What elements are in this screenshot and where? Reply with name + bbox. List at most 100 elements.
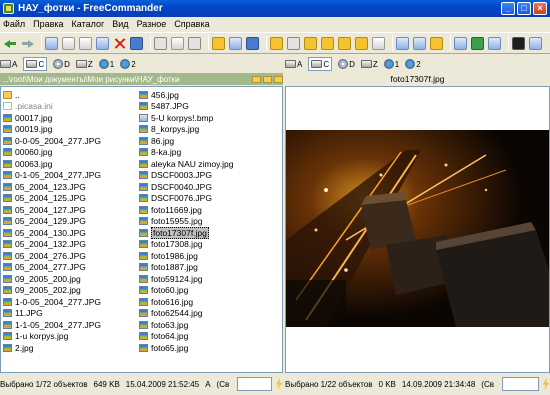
- view-icon[interactable]: [45, 36, 58, 50]
- file-row[interactable]: DSCF0040.JPG: [139, 181, 279, 193]
- file-row[interactable]: 05_2004_132.JPG: [3, 239, 138, 251]
- drive-d-left[interactable]: D: [53, 59, 70, 69]
- left-path-bar[interactable]: ...\root\Мои документы\Мои рисунки\НАУ_ф…: [0, 73, 283, 85]
- drive-2-left[interactable]: 2: [120, 59, 136, 69]
- file-row[interactable]: 05_2004_123.JPG: [3, 181, 138, 193]
- compare-folders-icon[interactable]: [338, 36, 351, 50]
- file-row[interactable]: 00060.jpg: [3, 147, 138, 159]
- left-quick-filter-field[interactable]: [236, 377, 273, 391]
- file-row[interactable]: foto62544.jpg: [139, 308, 279, 320]
- menu-file[interactable]: Файл: [3, 19, 25, 29]
- file-row[interactable]: 8_korpys.jpg: [139, 124, 279, 136]
- drive-a-left[interactable]: A: [0, 60, 17, 69]
- settings-icon[interactable]: [529, 36, 542, 50]
- file-row[interactable]: DSCF0003.JPG: [139, 170, 279, 182]
- details-view-icon[interactable]: [413, 36, 426, 50]
- copy-icon[interactable]: [79, 36, 92, 50]
- file-row[interactable]: aleyka NAU zimoy.jpg: [139, 158, 279, 170]
- folder-size-icon[interactable]: [321, 36, 334, 50]
- file-row[interactable]: foto17307f.jpg: [139, 226, 279, 239]
- delete-icon[interactable]: [113, 37, 126, 50]
- file-row[interactable]: 05_2004_129.JPG: [3, 216, 138, 228]
- parent-folder-icon[interactable]: [274, 75, 283, 83]
- file-row[interactable]: foto59124.jpg: [139, 273, 279, 285]
- file-row[interactable]: 86.jpg: [139, 135, 279, 147]
- file-row[interactable]: foto1887.jpg: [139, 262, 279, 274]
- file-row[interactable]: 05_2004_125.JPG: [3, 193, 138, 205]
- minimize-button[interactable]: _: [501, 2, 515, 15]
- pack-icon[interactable]: [212, 36, 225, 50]
- menu-help[interactable]: Справка: [174, 19, 209, 29]
- file-row[interactable]: 0-1-05_2004_277.JPG: [3, 170, 138, 182]
- drive-1-left[interactable]: 1: [98, 59, 114, 69]
- file-row[interactable]: 05_2004_127.JPG: [3, 204, 138, 216]
- menu-view[interactable]: Вид: [112, 19, 128, 29]
- file-row[interactable]: ..: [3, 89, 138, 101]
- rename-icon[interactable]: [130, 36, 143, 50]
- file-row[interactable]: foto1986.jpg: [139, 250, 279, 262]
- dos-prompt-icon[interactable]: [512, 36, 525, 50]
- thumbnails-icon[interactable]: [430, 36, 443, 50]
- file-row[interactable]: foto64.jpg: [139, 331, 279, 343]
- file-row[interactable]: 09_2005_202.jpg: [3, 285, 138, 297]
- file-row[interactable]: foto63.jpg: [139, 319, 279, 331]
- cut-icon[interactable]: [154, 36, 167, 50]
- folder-tree-icon[interactable]: [372, 36, 385, 50]
- file-row[interactable]: 1-1-05_2004_277.JPG: [3, 319, 138, 331]
- file-row[interactable]: .picasa.ini: [3, 101, 138, 113]
- file-row[interactable]: 5487.JPG: [139, 101, 279, 113]
- drive-a-right[interactable]: A: [285, 60, 302, 69]
- file-row[interactable]: 0-0-05_2004_277.JPG: [3, 135, 138, 147]
- drive-c-left[interactable]: C: [23, 57, 48, 71]
- file-row[interactable]: foto15955.jpg: [139, 216, 279, 228]
- sync-icon[interactable]: [355, 36, 368, 50]
- drive-2-right[interactable]: 2: [405, 59, 421, 69]
- lightning-icon[interactable]: [276, 378, 283, 390]
- file-row[interactable]: 00019.jpg: [3, 124, 138, 136]
- lightning-icon[interactable]: [542, 378, 550, 390]
- file-row[interactable]: 5-U korpys!.bmp: [139, 112, 279, 124]
- drive-1-right[interactable]: 1: [383, 59, 399, 69]
- drive-d-right[interactable]: D: [338, 59, 355, 69]
- file-row[interactable]: foto65.jpg: [139, 342, 279, 354]
- file-row[interactable]: foto11669.jpg: [139, 204, 279, 216]
- menu-folder[interactable]: Каталог: [72, 19, 105, 29]
- menu-edit[interactable]: Правка: [33, 19, 63, 29]
- refresh-icon[interactable]: [471, 36, 484, 50]
- menu-extras[interactable]: Разное: [137, 19, 167, 29]
- maximize-button[interactable]: □: [517, 2, 531, 15]
- drive-c-right[interactable]: C: [308, 57, 333, 71]
- file-row[interactable]: 2.jpg: [3, 342, 138, 354]
- swap-panels-icon[interactable]: [454, 36, 467, 50]
- drive-z-left[interactable]: Z: [75, 60, 93, 69]
- clipboard-copy-icon[interactable]: [171, 36, 184, 50]
- file-row[interactable]: foto60.jpg: [139, 285, 279, 297]
- file-row[interactable]: DSCF0076.JPG: [139, 193, 279, 205]
- move-icon[interactable]: [96, 36, 109, 50]
- edit-icon[interactable]: [62, 36, 75, 50]
- file-row[interactable]: foto616.jpg: [139, 296, 279, 308]
- file-row[interactable]: 09_2005_200.jpg: [3, 273, 138, 285]
- drive-z-right[interactable]: Z: [360, 60, 378, 69]
- close-button[interactable]: ×: [533, 2, 547, 15]
- right-quick-filter-field[interactable]: [502, 377, 540, 391]
- file-row[interactable]: 1-u korpys.jpg: [3, 331, 138, 343]
- paste-icon[interactable]: [188, 36, 201, 50]
- file-row[interactable]: foto17308.jpg: [139, 239, 279, 251]
- right-preview-panel[interactable]: [285, 86, 550, 373]
- file-row[interactable]: 1-0-05_2004_277.JPG: [3, 296, 138, 308]
- equal-panels-icon[interactable]: [488, 36, 501, 50]
- app-icon[interactable]: [3, 3, 14, 14]
- file-row[interactable]: 00017.jpg: [3, 112, 138, 124]
- file-row[interactable]: 00063.jpg: [3, 158, 138, 170]
- back-arrow-icon[interactable]: [4, 37, 17, 50]
- archive-icon[interactable]: [246, 36, 259, 50]
- file-row[interactable]: 05_2004_277.JPG: [3, 262, 138, 274]
- new-folder-icon[interactable]: [270, 36, 283, 50]
- forward-arrow-icon[interactable]: [21, 37, 34, 50]
- file-row[interactable]: 05_2004_276.JPG: [3, 250, 138, 262]
- favorites-folder-icon[interactable]: [263, 75, 272, 83]
- file-row[interactable]: 456.jpg: [139, 89, 279, 101]
- file-row[interactable]: 05_2004_130.JPG: [3, 227, 138, 239]
- left-file-panel[interactable]: .. .picasa.ini 00017.jpg 00019.jpg 0-0-05_20…: [0, 86, 283, 373]
